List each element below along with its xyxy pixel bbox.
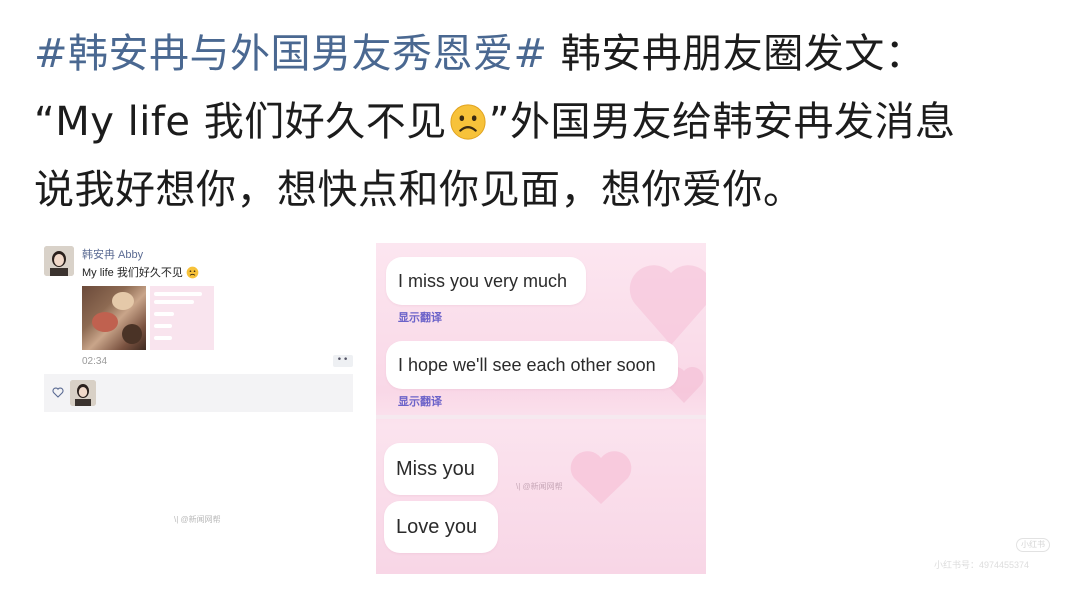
likes-bar xyxy=(44,374,353,412)
avatar[interactable] xyxy=(44,246,74,276)
message-bubble[interactable]: Miss you xyxy=(384,443,498,495)
moments-caption-row: My life 我们好久不见 xyxy=(82,264,199,280)
user-id-watermark: 小红书号：4974455374 xyxy=(934,560,1030,570)
post-line-1: #韩安冉与外国男友秀恩爱# 韩安冉朋友圈发文： xyxy=(34,20,1064,88)
app-logo-watermark: 小红书 xyxy=(1016,538,1050,552)
liker-avatar[interactable] xyxy=(70,380,96,406)
chat-screenshot: I miss you very much 显示翻译 I hope we'll s… xyxy=(376,243,706,574)
post-line-2: “My life 我们好久不见 ”外国男友给韩安冉发消息 xyxy=(34,88,1064,156)
photo-thumbnail[interactable] xyxy=(82,286,146,350)
post-text-line1: 韩安冉朋友圈发文： xyxy=(547,31,926,77)
chat-screenshot-thumbnail[interactable] xyxy=(150,286,214,350)
post-quote-start: “My life 我们好久不见 xyxy=(34,99,447,145)
post-line-3: 说我好想你，想快点和你见面，想你爱你。 xyxy=(34,167,804,213)
frowning-face-icon xyxy=(450,104,486,140)
message-bubble[interactable]: I miss you very much xyxy=(386,257,586,305)
moments-caption: My life 我们好久不见 xyxy=(82,267,183,279)
heart-decoration-icon xyxy=(570,451,632,504)
heart-outline-icon xyxy=(52,387,64,398)
avatar-image xyxy=(44,246,74,276)
watermark: \| @新闻网帮 xyxy=(174,515,221,524)
divider xyxy=(376,415,706,419)
post-text: #韩安冉与外国男友秀恩爱# 韩安冉朋友圈发文： “My life 我们好久不见 … xyxy=(34,20,1064,224)
message-bubble[interactable]: Love you xyxy=(384,501,498,553)
post-quote-end: ”外国男友给韩安冉发消息 xyxy=(488,99,956,145)
hashtag-link[interactable]: #韩安冉与外国男友秀恩爱# xyxy=(34,31,548,77)
liker-avatar-image xyxy=(70,380,96,406)
moments-username[interactable]: 韩安冉 Abby xyxy=(82,246,143,262)
post-time: 02:34 xyxy=(82,356,108,367)
more-options-button[interactable]: •• xyxy=(333,355,353,367)
show-translation-link[interactable]: 显示翻译 xyxy=(398,309,442,325)
frowning-face-icon xyxy=(186,266,199,278)
heart-decoration-icon xyxy=(629,265,706,345)
moments-screenshot: 韩安冉 Abby My life 我们好久不见 02:34 •• \| @新闻网… xyxy=(40,240,356,540)
show-translation-link[interactable]: 显示翻译 xyxy=(398,393,442,409)
message-bubble[interactable]: I hope we'll see each other soon xyxy=(386,341,678,389)
watermark: \| @新闻网帮 xyxy=(516,482,563,491)
